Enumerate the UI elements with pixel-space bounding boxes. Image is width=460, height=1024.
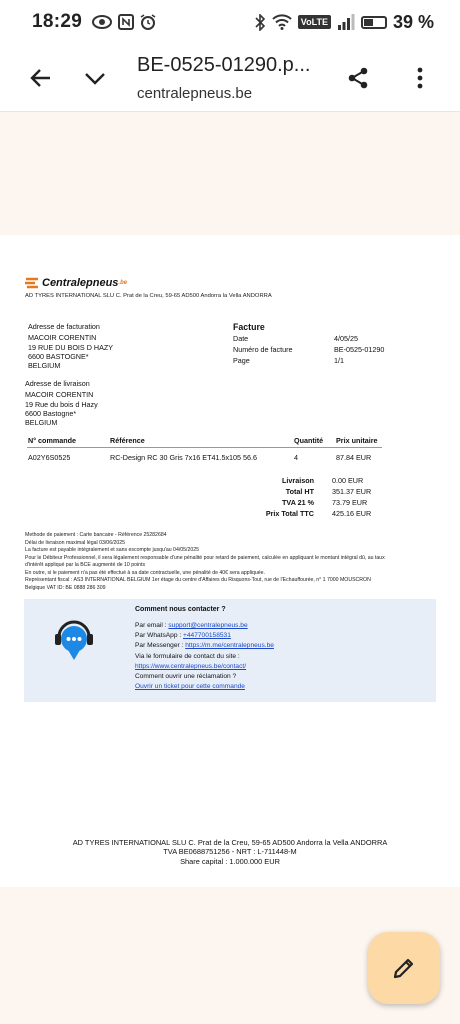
chat-support-icon <box>55 620 93 660</box>
messenger-label: Par Messenger : <box>135 642 186 650</box>
note-line: Délai de livraison maximal légal 03/06/2… <box>25 539 126 546</box>
total-label: Total HT <box>285 487 314 496</box>
invoice-info: Facture Date 4/05/25 Numéro de facture B… <box>233 322 433 368</box>
billing-line: 6600 BASTOGNE* <box>28 352 89 362</box>
eye-icon <box>92 15 113 29</box>
contact-box: Comment nous contacter ? Par email : sup… <box>24 599 436 702</box>
email-link[interactable]: support@centralepneus.be <box>168 622 247 629</box>
email-label: Par email : <box>135 622 169 629</box>
more-vert-icon <box>417 67 423 88</box>
page-value: 1/1 <box>334 356 344 365</box>
delivery-line: 19 Rue du bois d Hazy <box>25 399 98 409</box>
footer-line: AD TYRES INTERNATIONAL SLU C. Prat de la… <box>72 838 388 847</box>
contact-whatsapp-line: Par WhatsApp : +447700158531 <box>135 631 274 641</box>
document-domain: centralepneus.be <box>137 84 253 102</box>
total-value: 0.00 EUR <box>332 476 364 485</box>
claim-link[interactable]: Ouvrir un ticket pour cette commande <box>135 682 274 692</box>
contact-email-line: Par email : support@centralepneus.be <box>135 621 274 631</box>
contact-content: Comment nous contacter ? Par email : sup… <box>135 606 274 693</box>
battery-icon <box>360 15 387 29</box>
battery-percent: 39 % <box>392 11 434 32</box>
bluetooth-icon <box>255 13 265 31</box>
contact-messenger-line: Par Messenger : https://m.me/centralepne… <box>135 641 274 651</box>
viewer-background-top <box>0 113 460 235</box>
billing-heading: Adresse de facturation <box>28 322 100 331</box>
note-line: Belgique VAT ID: BE 0888 286 309 <box>25 584 106 591</box>
arrow-back-icon <box>30 68 50 87</box>
pencil-icon <box>393 958 414 979</box>
signal-icon <box>337 14 355 30</box>
billing-line: MACOIR CORENTIN <box>28 333 97 343</box>
table-cell-quantity: 4 <box>294 453 298 462</box>
contact-form-link[interactable]: https://www.centralepneus.be/contact/ <box>135 662 274 672</box>
delivery-line: MACOIR CORENTIN <box>25 390 94 400</box>
note-line: Methode de paiement : Carte bancaire - R… <box>25 532 167 538</box>
share-icon <box>348 67 368 88</box>
back-button[interactable] <box>17 54 65 102</box>
centralepneus-logo: Centralepneus .be <box>25 277 127 289</box>
note-line: Représentant fiscal : AS3 INTERNATIONAL … <box>25 577 371 584</box>
more-options-button[interactable] <box>396 54 444 102</box>
date-label: Date <box>233 334 249 343</box>
contact-heading: Comment nous contacter ? <box>135 606 226 613</box>
footer-line: Share capital : 1.000.000 EUR <box>180 856 280 866</box>
table-header-order: N° commande <box>28 436 77 445</box>
delivery-line: BELGIUM <box>25 418 58 428</box>
footer-line: TVA BE0688751256 - NRT : L-711448-M <box>163 847 297 857</box>
total-value: 425.16 EUR <box>332 509 372 518</box>
note-line: d'intérêt appliqué par la BCE augmenté d… <box>25 562 146 569</box>
table-header-quantity: Quantité <box>294 436 324 445</box>
volte-badge: VoLTE <box>297 15 331 29</box>
expand-button[interactable] <box>71 54 119 102</box>
total-label: TVA 21 % <box>282 498 314 507</box>
alarm-icon <box>140 14 156 30</box>
table-cell-order: A02Y6S0525 <box>28 453 71 462</box>
invoice-heading: Facture <box>233 322 265 332</box>
delivery-heading: Adresse de livraison <box>25 379 90 388</box>
nfc-icon <box>118 14 135 30</box>
note-line: La facture est payable intégralement et … <box>25 547 200 554</box>
chevron-down-icon <box>85 72 105 85</box>
app-bar: BE-0525-01290.p... centralepneus.be <box>0 44 460 112</box>
share-button[interactable] <box>334 54 382 102</box>
total-value: 351.37 EUR <box>332 487 372 496</box>
billing-line: BELGIUM <box>28 361 61 371</box>
invoice-number-value: BE-0525-01290 <box>334 345 385 354</box>
status-bar: 18:29 VoLTE 39 % <box>0 0 460 44</box>
page-label: Page <box>233 356 250 365</box>
status-time: 18:29 <box>32 11 83 32</box>
table-header-unit-price: Prix unitaire <box>336 436 378 445</box>
document-title: BE-0525-01290.p... <box>137 53 311 76</box>
whatsapp-link[interactable]: +447700158531 <box>183 632 231 639</box>
billing-line: 19 RUE DU BOIS D HAZY <box>28 342 114 352</box>
pdf-page[interactable]: Centralepneus .be AD TYRES INTERNATIONAL… <box>0 235 460 887</box>
date-value: 4/05/25 <box>334 334 358 343</box>
invoice-number-label: Numéro de facture <box>233 345 293 354</box>
delivery-address: Adresse de livraison MACOIR CORENTIN 19 … <box>25 379 98 428</box>
whatsapp-label: Par WhatsApp : <box>135 632 184 640</box>
company-line: AD TYRES INTERNATIONAL SLU C. Prat de la… <box>25 293 272 299</box>
claim-label: Comment ouvrir une réclamation ? <box>135 673 237 681</box>
delivery-line: 6600 Bastogne* <box>25 409 77 419</box>
total-label: Livraison <box>282 476 314 485</box>
billing-address: Adresse de facturation MACOIR CORENTIN 1… <box>28 322 113 371</box>
total-label: Prix Total TTC <box>265 509 314 518</box>
note-line: Pour le Débiteur Professionnel, il sera … <box>25 554 385 561</box>
edit-fab-button[interactable] <box>368 932 440 1004</box>
document-title-block: BE-0525-01290.p... centralepneus.be <box>137 54 334 102</box>
table-cell-reference: RC-Design RC 30 Gris 7x16 ET41.5x105 56.… <box>110 453 258 462</box>
logo-suffix: .be <box>118 280 128 286</box>
invoice-footer: AD TYRES INTERNATIONAL SLU C. Prat de la… <box>0 838 460 866</box>
payment-notes: Methode de paiement : Carte bancaire - R… <box>25 532 435 592</box>
table-cell-unit-price: 87.84 EUR <box>336 453 372 462</box>
table-divider <box>27 447 382 448</box>
table-header-reference: Référence <box>110 436 145 445</box>
contact-form-label: Via le formulaire de contact du site : <box>135 652 240 660</box>
messenger-link[interactable]: https://m.me/centralepneus.be <box>185 642 274 649</box>
note-line: En outre, si le paiement n'a pas été eff… <box>25 569 265 576</box>
total-value: 73.79 EUR <box>332 498 368 507</box>
logo-text: Centralepneus <box>42 277 119 289</box>
wifi-icon <box>272 14 292 30</box>
logo-mark-icon <box>25 277 38 289</box>
